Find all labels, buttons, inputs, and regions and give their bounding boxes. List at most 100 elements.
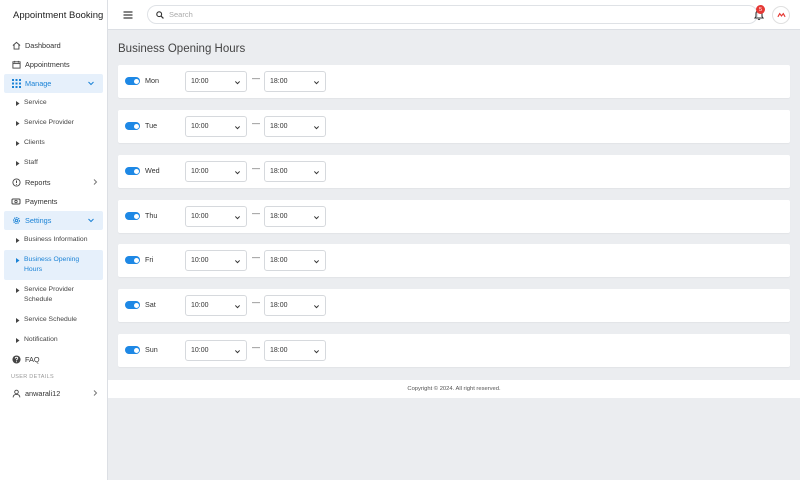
close-time-value: 18:00 bbox=[270, 302, 288, 309]
open-time-select[interactable]: 10:00 bbox=[185, 340, 247, 361]
caret-right-icon bbox=[16, 158, 24, 168]
time-separator: — bbox=[252, 164, 260, 173]
day-toggle[interactable] bbox=[125, 346, 140, 354]
sidebar-item-payments[interactable]: Payments bbox=[0, 192, 107, 211]
chevron-down-icon bbox=[313, 171, 320, 175]
caret-right-icon bbox=[16, 118, 24, 128]
sidebar-subitem-business-opening-hours[interactable]: Business Opening Hours bbox=[4, 250, 103, 280]
close-time-select[interactable]: 18:00 bbox=[264, 250, 326, 271]
day-label: Mon bbox=[145, 76, 159, 85]
day-row-mon: Mon 10:00 — 18:00 bbox=[118, 65, 790, 98]
day-label: Sat bbox=[145, 300, 156, 309]
open-time-value: 10:00 bbox=[191, 213, 209, 220]
close-time-select[interactable]: 18:00 bbox=[264, 116, 326, 137]
day-label: Sun bbox=[145, 345, 158, 354]
open-time-select[interactable]: 10:00 bbox=[185, 161, 247, 182]
user-details-heading: USER DETAILS bbox=[11, 374, 54, 380]
search-input[interactable] bbox=[169, 10, 729, 19]
close-time-value: 18:00 bbox=[270, 257, 288, 264]
sidebar-subitem-label: Notification bbox=[24, 336, 58, 343]
day-row-thu: Thu 10:00 — 18:00 bbox=[118, 200, 790, 233]
menu-icon[interactable] bbox=[123, 10, 133, 20]
search-icon bbox=[156, 10, 164, 19]
sidebar-subitem-label: Service bbox=[24, 99, 47, 106]
sidebar-subitem-clients[interactable]: Clients bbox=[0, 133, 107, 153]
open-time-select[interactable]: 10:00 bbox=[185, 206, 247, 227]
sidebar-item-label: Reports bbox=[25, 178, 51, 187]
close-time-value: 18:00 bbox=[270, 213, 288, 220]
close-time-select[interactable]: 18:00 bbox=[264, 340, 326, 361]
sidebar-item-label: Manage bbox=[25, 79, 52, 88]
avatar[interactable] bbox=[772, 6, 790, 24]
day-toggle[interactable] bbox=[125, 256, 140, 264]
close-time-select[interactable]: 18:00 bbox=[264, 71, 326, 92]
chevron-down-icon bbox=[313, 260, 320, 264]
sidebar-subitem-service-schedule[interactable]: Service Schedule bbox=[0, 310, 107, 330]
time-separator: — bbox=[252, 343, 260, 352]
day-toggle[interactable] bbox=[125, 212, 140, 220]
chevron-down-icon bbox=[88, 81, 94, 86]
open-time-select[interactable]: 10:00 bbox=[185, 116, 247, 137]
chevron-down-icon bbox=[234, 260, 241, 264]
sidebar-subitem-label: Business Opening Hours bbox=[24, 256, 80, 273]
close-time-select[interactable]: 18:00 bbox=[264, 206, 326, 227]
notification-badge: 5 bbox=[756, 5, 765, 14]
day-label: Tue bbox=[145, 121, 158, 130]
close-time-select[interactable]: 18:00 bbox=[264, 295, 326, 316]
sidebar-subitem-service-provider[interactable]: Service Provider bbox=[0, 113, 107, 133]
day-row-fri: Fri 10:00 — 18:00 bbox=[118, 244, 790, 277]
caret-right-icon bbox=[16, 235, 24, 245]
day-toggle[interactable] bbox=[125, 167, 140, 175]
open-time-value: 10:00 bbox=[191, 257, 209, 264]
chevron-down-icon bbox=[313, 305, 320, 309]
sidebar-subitem-notification[interactable]: Notification bbox=[0, 330, 107, 350]
caret-right-icon bbox=[16, 255, 24, 265]
sidebar-subitem-label: Business Information bbox=[24, 236, 88, 243]
close-time-value: 18:00 bbox=[270, 123, 288, 130]
sidebar-subitem-business-information[interactable]: Business Information bbox=[0, 230, 107, 250]
day-row-sun: Sun 10:00 — 18:00 bbox=[118, 334, 790, 367]
open-time-select[interactable]: 10:00 bbox=[185, 295, 247, 316]
sidebar-subitem-label: Service Schedule bbox=[24, 316, 77, 323]
sidebar-item-label: Payments bbox=[25, 197, 58, 206]
sidebar-item-label: Appointments bbox=[25, 60, 70, 69]
chevron-down-icon bbox=[313, 126, 320, 130]
day-label: Thu bbox=[145, 211, 158, 220]
username: anwarali12 bbox=[25, 389, 61, 398]
sidebar-item-faq[interactable]: FAQ bbox=[0, 350, 107, 369]
day-toggle[interactable] bbox=[125, 77, 140, 85]
close-time-select[interactable]: 18:00 bbox=[264, 161, 326, 182]
close-time-value: 18:00 bbox=[270, 78, 288, 85]
sidebar-subitem-staff[interactable]: Staff bbox=[0, 153, 107, 173]
open-time-select[interactable]: 10:00 bbox=[185, 71, 247, 92]
time-separator: — bbox=[252, 253, 260, 262]
time-separator: — bbox=[252, 209, 260, 218]
sidebar-subitem-label: Service Provider bbox=[24, 119, 74, 126]
open-time-select[interactable]: 10:00 bbox=[185, 250, 247, 271]
top-bar: 5 bbox=[108, 0, 800, 30]
sidebar-item-user[interactable]: anwarali12 bbox=[0, 384, 107, 403]
payment-icon bbox=[11, 197, 21, 207]
day-toggle[interactable] bbox=[125, 301, 140, 309]
sidebar-item-settings[interactable]: Settings bbox=[4, 211, 103, 230]
footer: Copyright © 2024. All right reserved. bbox=[108, 380, 800, 398]
day-toggle[interactable] bbox=[125, 122, 140, 130]
sidebar-item-reports[interactable]: Reports bbox=[0, 173, 107, 192]
copyright-text: Copyright © 2024. All right reserved. bbox=[407, 386, 501, 392]
app-title: Appointment Booking bbox=[13, 9, 104, 21]
caret-right-icon bbox=[16, 335, 24, 345]
search-bar[interactable] bbox=[147, 5, 758, 24]
caret-right-icon bbox=[16, 315, 24, 325]
sidebar-subitem-label: Service Provider Schedule bbox=[24, 286, 74, 303]
sidebar-item-dashboard[interactable]: Dashboard bbox=[0, 36, 107, 55]
sidebar-subitem-service[interactable]: Service bbox=[0, 93, 107, 113]
chevron-down-icon bbox=[313, 81, 320, 85]
time-separator: — bbox=[252, 119, 260, 128]
open-time-value: 10:00 bbox=[191, 123, 209, 130]
sidebar-item-label: FAQ bbox=[25, 355, 40, 364]
sidebar-item-manage[interactable]: Manage bbox=[4, 74, 103, 93]
sidebar-item-appointments[interactable]: Appointments bbox=[0, 55, 107, 74]
day-row-wed: Wed 10:00 — 18:00 bbox=[118, 155, 790, 188]
calendar-icon bbox=[11, 60, 21, 70]
sidebar-subitem-service-provider-schedule[interactable]: Service Provider Schedule bbox=[0, 280, 107, 310]
